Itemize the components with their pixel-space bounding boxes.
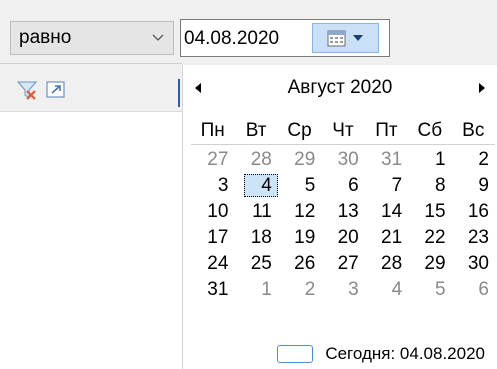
calendar-day[interactable]: 3 bbox=[321, 277, 364, 302]
weekday-label: Вт bbox=[245, 120, 267, 141]
calendar-day[interactable]: 9 bbox=[452, 173, 495, 198]
chevron-down-icon bbox=[152, 34, 164, 41]
panel-divider bbox=[0, 63, 182, 64]
calendar-day-selected[interactable]: 4 bbox=[234, 173, 279, 198]
calendar-day[interactable]: 23 bbox=[452, 225, 495, 250]
calendar-day[interactable]: 6 bbox=[321, 173, 364, 198]
month-title[interactable]: Август 2020 bbox=[183, 77, 497, 99]
calendar-day[interactable]: 29 bbox=[278, 147, 321, 172]
selection-indicator bbox=[178, 79, 180, 107]
calendar-day[interactable]: 2 bbox=[278, 277, 321, 302]
operator-value: равно bbox=[19, 27, 72, 48]
calendar-day[interactable]: 30 bbox=[321, 147, 364, 172]
date-input-value: 04.08.2020 bbox=[184, 28, 280, 49]
calendar-day[interactable]: 8 bbox=[408, 173, 451, 198]
chevron-down-icon bbox=[353, 35, 363, 41]
calendar-day[interactable]: 4 bbox=[365, 277, 408, 302]
calendar-week-row: 24 25 26 27 28 29 30 bbox=[191, 251, 495, 276]
today-marker-icon bbox=[277, 345, 314, 363]
calendar-day[interactable]: 5 bbox=[408, 277, 451, 302]
calendar-week-row: 3456789 bbox=[191, 173, 495, 198]
calendar-header: Август 2020 bbox=[183, 65, 497, 113]
calendar-day[interactable]: 30 bbox=[452, 251, 495, 276]
today-label: Сегодня: 04.08.2020 bbox=[325, 344, 485, 363]
calendar-day[interactable]: 6 bbox=[452, 277, 495, 302]
calendar-day[interactable]: 14 bbox=[365, 199, 408, 224]
weekday-label: Сб bbox=[417, 120, 443, 141]
calendar-day[interactable]: 25 bbox=[234, 251, 277, 276]
calendar-day[interactable]: 19 bbox=[278, 225, 321, 250]
weekday-label: Пн bbox=[200, 120, 225, 141]
calendar-day[interactable]: 29 bbox=[408, 251, 451, 276]
calendar-day[interactable]: 24 bbox=[191, 251, 234, 276]
calendar-day[interactable]: 18 bbox=[234, 225, 277, 250]
weekday-label: Чт bbox=[332, 120, 354, 141]
operator-select[interactable]: равно bbox=[10, 21, 174, 55]
panel-bottom-border bbox=[0, 111, 182, 112]
calendar-popup: Август 2020 Пн Вт Ср Чт Пт Сб Вс 27 28 29 30 31 1 2 3… bbox=[182, 65, 497, 369]
calendar-day[interactable]: 1 bbox=[234, 277, 277, 302]
calendar-day[interactable]: 28 bbox=[365, 251, 408, 276]
calendar-day[interactable]: 12 bbox=[278, 199, 321, 224]
calendar-day[interactable]: 27 bbox=[191, 147, 234, 172]
calendar-day[interactable]: 7 bbox=[365, 173, 408, 198]
calendar-day[interactable]: 5 bbox=[278, 173, 321, 198]
calendar-day[interactable]: 15 bbox=[408, 199, 451, 224]
calendar-dropdown-button[interactable] bbox=[312, 23, 379, 53]
filter-clear-icon[interactable] bbox=[16, 79, 38, 101]
weekday-label: Пт bbox=[375, 120, 398, 141]
calendar-day[interactable]: 10 bbox=[191, 199, 234, 224]
calendar-day[interactable]: 2 bbox=[452, 147, 495, 172]
calendar-day[interactable]: 16 bbox=[452, 199, 495, 224]
calendar-day[interactable]: 13 bbox=[321, 199, 364, 224]
calendar-icon bbox=[327, 30, 346, 47]
open-external-icon[interactable] bbox=[45, 79, 67, 101]
calendar-week-row: 31 1 2 3 4 5 6 bbox=[191, 277, 495, 302]
calendar-week-row: 27 28 29 30 31 1 2 bbox=[191, 147, 495, 172]
weekday-label: Вс bbox=[462, 120, 485, 141]
today-link[interactable]: Сегодня: 04.08.2020 bbox=[183, 341, 497, 367]
weekday-label: Ср bbox=[287, 120, 312, 141]
calendar-week-row: 17 18 19 20 21 22 23 bbox=[191, 225, 495, 250]
calendar-day[interactable]: 31 bbox=[365, 147, 408, 172]
next-month-icon[interactable] bbox=[479, 83, 485, 93]
calendar-day[interactable]: 11 bbox=[234, 199, 277, 224]
calendar-day[interactable]: 26 bbox=[278, 251, 321, 276]
calendar-day[interactable]: 3 bbox=[191, 173, 234, 198]
calendar-day[interactable]: 20 bbox=[321, 225, 364, 250]
calendar-day[interactable]: 31 bbox=[191, 277, 234, 302]
weekday-header: Пн Вт Ср Чт Пт Сб Вс bbox=[191, 120, 495, 145]
calendar-day[interactable]: 27 bbox=[321, 251, 364, 276]
calendar-week-row: 10 11 12 13 14 15 16 bbox=[191, 199, 495, 224]
calendar-day[interactable]: 21 bbox=[365, 225, 408, 250]
calendar-day[interactable]: 1 bbox=[408, 147, 451, 172]
calendar-day[interactable]: 28 bbox=[234, 147, 277, 172]
calendar-day[interactable]: 22 bbox=[408, 225, 451, 250]
calendar-day[interactable]: 17 bbox=[191, 225, 234, 250]
